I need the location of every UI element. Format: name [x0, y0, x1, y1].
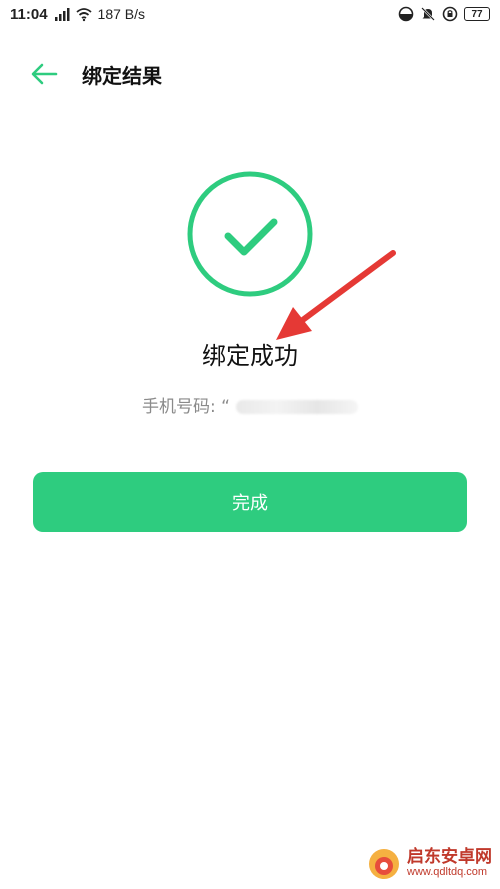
done-button[interactable]: 完成: [33, 472, 467, 532]
status-bar-left: 11:04 187 B/s: [10, 6, 145, 23]
phone-number-label: 手机号码: “: [142, 397, 230, 417]
page-title: 绑定结果: [82, 64, 162, 88]
data-saver-icon: [398, 6, 414, 22]
status-bar: 11:04 187 B/s 77: [0, 0, 500, 28]
wifi-icon: [75, 8, 92, 22]
status-time: 11:04: [10, 5, 48, 23]
watermark-site-name: 启东安卓网: [407, 847, 492, 868]
watermark-logo-icon: [369, 849, 399, 879]
battery-icon: 77: [464, 7, 490, 21]
watermark: 启东安卓网 www.qdltdq.com: [367, 847, 492, 881]
watermark-url: www.qdltdq.com: [407, 866, 488, 879]
back-arrow-icon[interactable]: [28, 60, 60, 88]
status-bar-right: 77: [398, 6, 490, 22]
phone-number-blurred: [235, 400, 358, 414]
annotation-arrow-icon: [276, 250, 396, 340]
binding-success-text: 绑定成功: [202, 342, 298, 370]
success-check-icon: [187, 171, 313, 297]
cellular-signal-icon: [54, 8, 70, 21]
phone-number-line: 手机号码: “: [0, 392, 500, 417]
lock-rotation-icon: [442, 6, 458, 22]
app-header: 绑定结果: [0, 50, 500, 98]
network-speed: 187 B/s: [97, 6, 146, 22]
mute-bell-icon: [421, 7, 435, 21]
